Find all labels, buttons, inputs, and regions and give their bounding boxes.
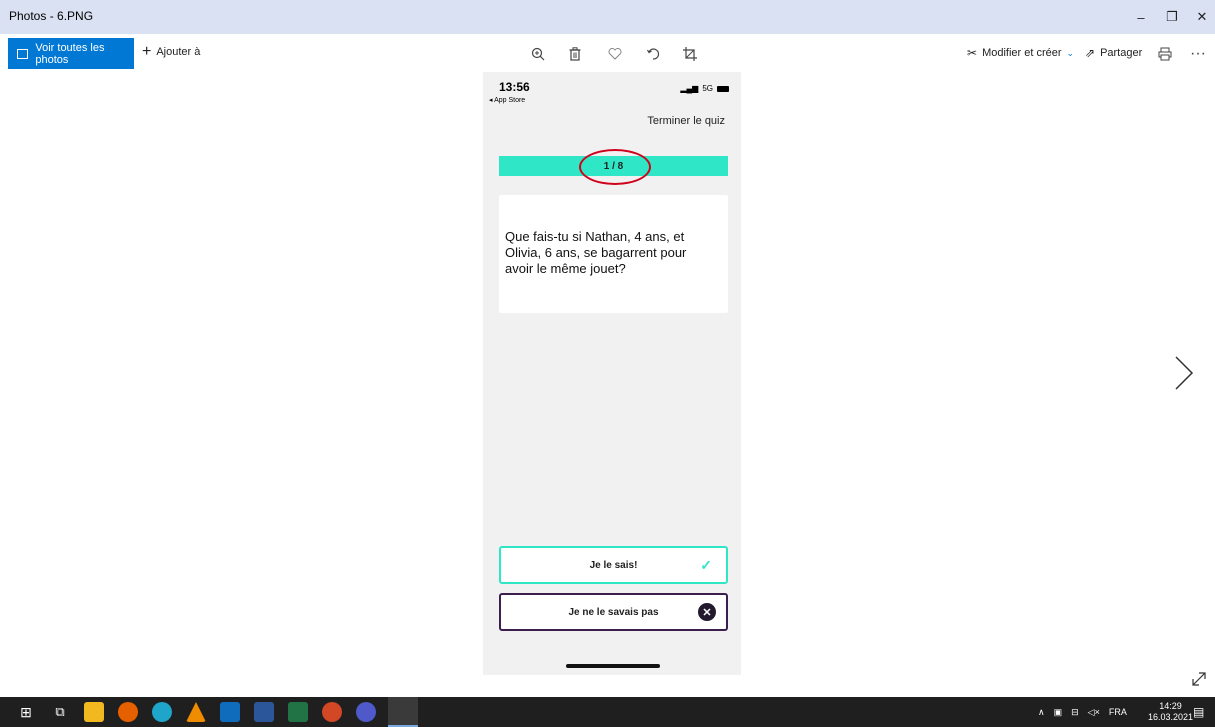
photo-icon: [17, 48, 29, 59]
close-circle-icon: ✕: [698, 603, 716, 621]
network-icon[interactable]: ⊟: [1071, 707, 1079, 718]
volume-icon[interactable]: ◁×: [1088, 707, 1100, 718]
clock-time: 14:29: [1159, 701, 1182, 711]
delete-icon[interactable]: [565, 44, 585, 64]
check-icon: ✓: [700, 557, 712, 573]
favorite-icon[interactable]: [605, 44, 625, 64]
windows-taskbar: ⊞ ⧉ ∧ ▣ ⊟ ◁× FRA 14:29 16.03.2021 ▤: [0, 697, 1215, 727]
i-did-not-know-button: Je ne le savais pas ✕: [499, 593, 728, 631]
share-button[interactable]: ⇗ Partager: [1085, 46, 1142, 60]
chevron-down-icon: ⌄: [1066, 47, 1075, 58]
i-know-button: Je le sais! ✓: [499, 546, 728, 584]
photo-preview: 13:56 ◂ App Store ▂▄▆ 5G Terminer le qui…: [483, 72, 741, 675]
add-to-label: Ajouter à: [156, 46, 201, 58]
signal-icon: ▂▄▆: [680, 84, 699, 93]
system-tray: ∧ ▣ ⊟ ◁× FRA: [1038, 697, 1127, 727]
minimize-button[interactable]: –: [1125, 0, 1157, 34]
edit-create-icon: ✂: [967, 46, 978, 60]
photos-app-icon[interactable]: [388, 697, 418, 727]
windows-start-icon[interactable]: ⊞: [16, 702, 36, 722]
next-photo-icon[interactable]: [1172, 355, 1196, 391]
quit-quiz-link: Terminer le quiz: [647, 115, 725, 127]
clock-date: 16.03.2021: [1148, 712, 1194, 722]
print-icon[interactable]: [1155, 44, 1175, 64]
back-to-app-store: ◂ App Store: [489, 97, 526, 104]
network-label: 5G: [702, 84, 713, 93]
plus-icon: +: [142, 43, 152, 60]
home-indicator: [566, 664, 660, 668]
view-all-photos-button[interactable]: Voir toutes les photos: [8, 38, 134, 69]
file-explorer-icon[interactable]: [84, 702, 104, 722]
vlc-icon[interactable]: [186, 702, 206, 722]
excel-icon[interactable]: [288, 702, 308, 722]
teams-icon[interactable]: [356, 702, 376, 722]
i-know-label: Je le sais!: [589, 559, 638, 571]
outlook-icon[interactable]: [220, 702, 240, 722]
task-view-icon[interactable]: ⧉: [50, 702, 70, 722]
word-icon[interactable]: [254, 702, 274, 722]
security-icon[interactable]: ▣: [1054, 707, 1063, 718]
chevron-up-icon[interactable]: ∧: [1038, 707, 1045, 718]
edge-icon[interactable]: [152, 702, 172, 722]
add-to-button[interactable]: + Ajouter à: [142, 43, 201, 60]
zoom-icon[interactable]: [528, 44, 548, 64]
edit-create-button[interactable]: ✂ Modifier et créer ⌄: [967, 46, 1074, 60]
close-button[interactable]: ✕: [1186, 0, 1215, 34]
share-icon: ⇗: [1085, 46, 1096, 60]
window-title-bar: Photos - 6.PNG – ❐ ✕: [0, 0, 1215, 34]
more-options-icon[interactable]: ···: [1188, 44, 1208, 64]
window-title: Photos - 6.PNG: [9, 9, 94, 23]
rotate-icon[interactable]: [643, 44, 663, 64]
powerpoint-icon[interactable]: [322, 702, 342, 722]
firefox-icon[interactable]: [118, 702, 138, 722]
crop-icon[interactable]: [680, 44, 700, 64]
share-label: Partager: [1100, 47, 1143, 59]
taskbar-clock[interactable]: 14:29 16.03.2021: [1148, 701, 1193, 723]
language-indicator[interactable]: FRA: [1109, 707, 1127, 717]
restore-button[interactable]: ❐: [1156, 0, 1188, 34]
red-annotation-circle: [579, 149, 651, 185]
notifications-icon[interactable]: ▤: [1193, 697, 1204, 727]
status-indicators: ▂▄▆ 5G: [680, 84, 729, 93]
question-text: Que fais-tu si Nathan, 4 ans, et Olivia,…: [505, 229, 687, 276]
battery-icon: [717, 85, 729, 92]
photos-toolbar: Voir toutes les photos + Ajouter à ✂ Mod…: [0, 34, 1215, 72]
status-time: 13:56: [499, 80, 530, 94]
edit-create-label: Modifier et créer: [982, 47, 1062, 59]
view-all-photos-label: Voir toutes les photos: [35, 41, 105, 66]
i-did-not-know-label: Je ne le savais pas: [568, 606, 659, 618]
expand-icon[interactable]: [1190, 670, 1208, 688]
question-card: Que fais-tu si Nathan, 4 ans, et Olivia,…: [499, 195, 728, 313]
